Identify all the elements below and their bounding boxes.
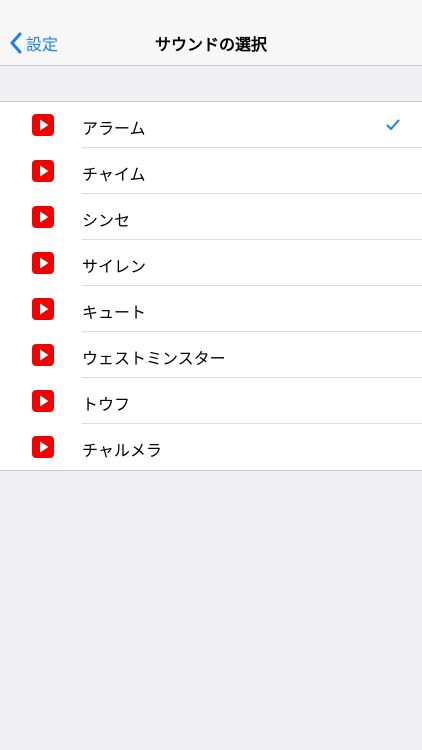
play-icon — [32, 252, 54, 274]
page-title: サウンドの選択 — [154, 35, 267, 54]
checkmark-icon — [386, 119, 400, 130]
navigation-bar: 設定 サウンドの選択 — [0, 0, 422, 66]
sound-row[interactable]: チャイム — [0, 148, 422, 194]
sound-list: アラーム チャイム シンセ サイレン キュート ウェストミンスター トウフ チャ… — [0, 101, 422, 471]
sound-row[interactable]: チャルメラ — [0, 424, 422, 470]
play-icon — [32, 114, 54, 136]
play-icon — [32, 298, 54, 320]
play-icon — [32, 206, 54, 228]
sound-label: トウフ — [82, 395, 131, 414]
play-icon — [32, 344, 54, 366]
sound-row[interactable]: シンセ — [0, 194, 422, 240]
sound-label: チャイム — [82, 165, 146, 184]
play-icon — [32, 436, 54, 458]
sound-label: チャルメラ — [82, 441, 162, 460]
sound-label: キュート — [82, 303, 147, 322]
sound-label: サイレン — [82, 257, 147, 276]
sound-label: シンセ — [82, 211, 131, 230]
sound-row[interactable]: キュート — [0, 286, 422, 332]
sound-row[interactable]: アラーム — [0, 102, 422, 148]
play-icon — [32, 390, 54, 412]
sound-row[interactable]: サイレン — [0, 240, 422, 286]
sound-row[interactable]: ウェストミンスター — [0, 332, 422, 378]
play-icon — [32, 160, 54, 182]
sound-label: アラーム — [82, 119, 146, 138]
sound-row[interactable]: トウフ — [0, 378, 422, 424]
sound-label: ウェストミンスター — [82, 349, 226, 368]
